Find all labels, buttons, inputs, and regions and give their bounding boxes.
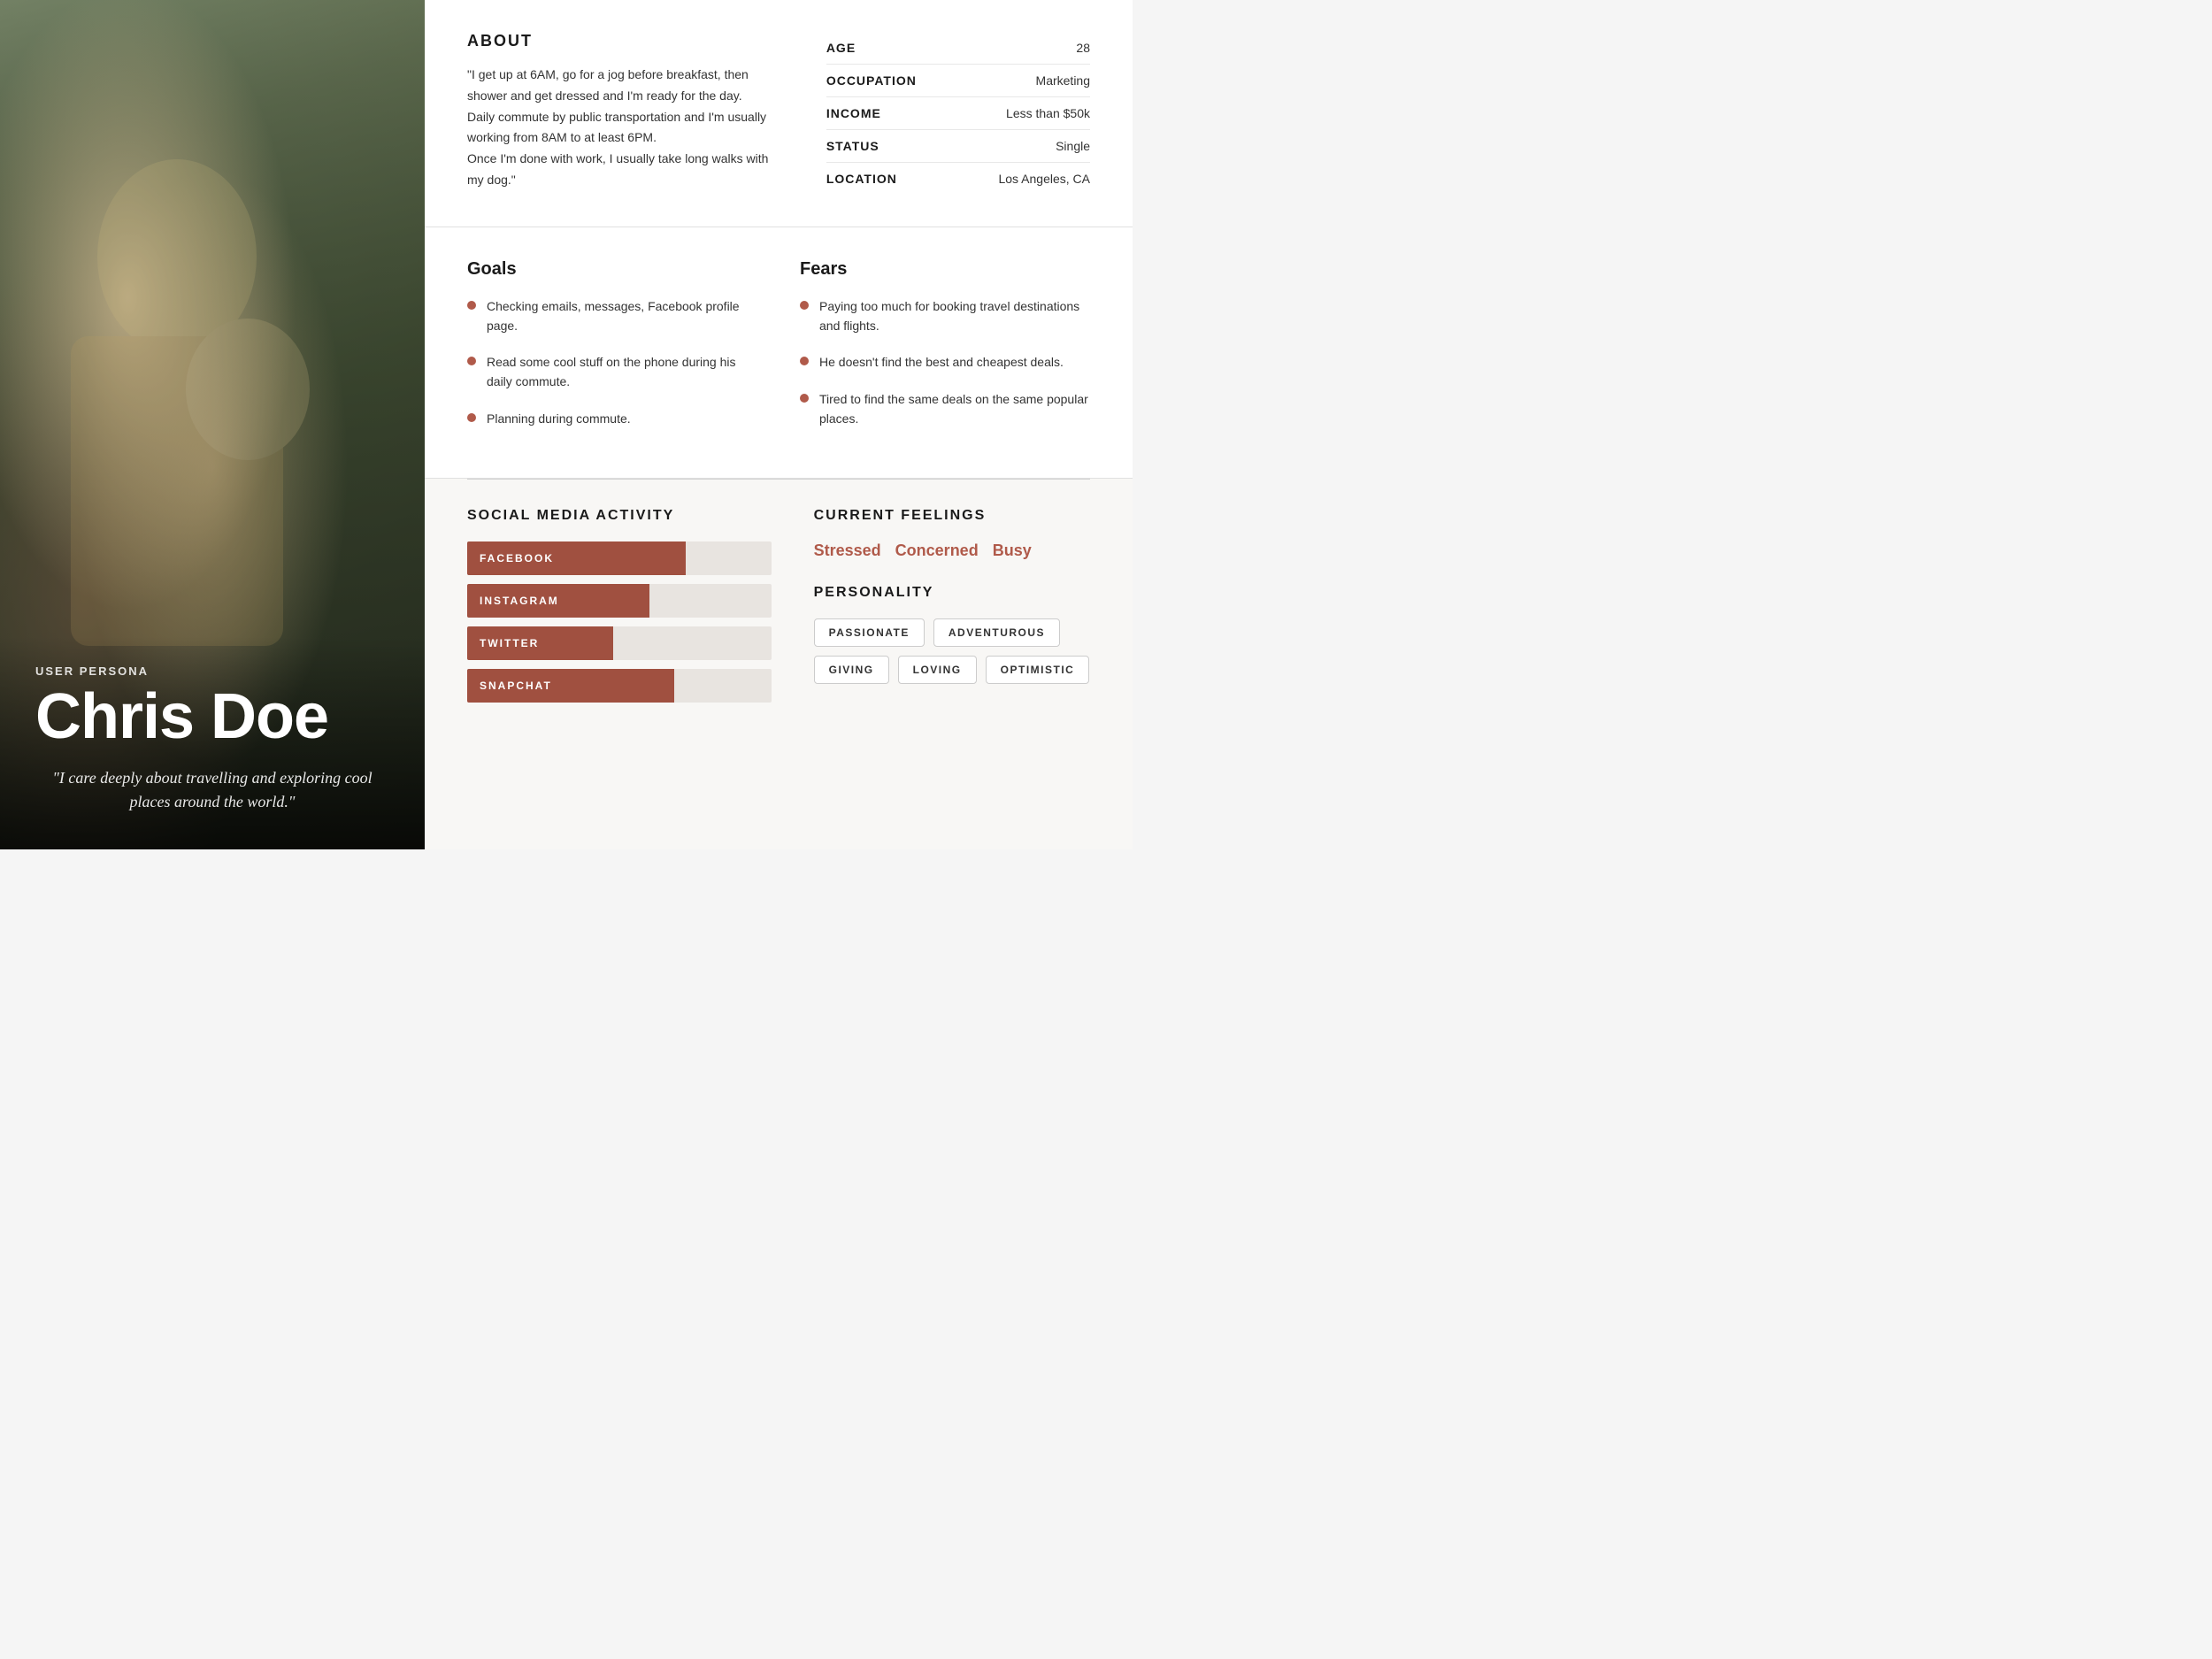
stats-row: OCCUPATION Marketing [826,65,1090,97]
about-text: "I get up at 6AM, go for a jog before br… [467,65,784,191]
feelings-title: CURRENT FEELINGS [814,508,1090,524]
left-bottom: USER PERSONA Chris Doe "I care deeply ab… [0,636,425,849]
goal-text: Read some cool stuff on the phone during… [487,353,757,391]
social-bar-track: FACEBOOK [467,541,772,575]
persona-quote: "I care deeply about travelling and expl… [35,766,389,814]
fears-list: Paying too much for booking travel desti… [800,297,1090,428]
left-panel: USER PERSONA Chris Doe "I care deeply ab… [0,0,425,849]
fear-item: Tired to find the same deals on the same… [800,390,1090,428]
social-bar-row: TWITTER [467,626,772,660]
goal-item: Read some cool stuff on the phone during… [467,353,757,391]
social-bar-fill: TWITTER [467,626,613,660]
goals-title: Goals [467,259,757,280]
bullet-dot [467,357,476,365]
social-bar-track: TWITTER [467,626,772,660]
social-bar-label: INSTAGRAM [480,595,559,607]
bullet-dot [467,413,476,422]
social-bar-row: INSTAGRAM [467,584,772,618]
persona-name: Chris Doe [35,685,389,749]
stats-label: OCCUPATION [826,65,957,97]
about-left: ABOUT "I get up at 6AM, go for a jog bef… [467,32,784,195]
goals-fears-section: Goals Checking emails, messages, Faceboo… [425,227,1133,479]
stats-value: Los Angeles, CA [957,163,1090,196]
personality-chip: ADVENTUROUS [933,618,1060,647]
feeling-tag: Stressed [814,541,881,560]
personality-chip: PASSIONATE [814,618,925,647]
feelings-tags: Stressed Concerned Busy [814,541,1090,560]
bullet-dot [467,301,476,310]
fear-text: He doesn't find the best and cheapest de… [819,353,1064,373]
fears-column: Fears Paying too much for booking travel… [800,259,1090,446]
social-bar-track: SNAPCHAT [467,669,772,703]
social-bar-label: SNAPCHAT [480,680,552,692]
fear-text: Paying too much for booking travel desti… [819,297,1090,335]
social-bar-fill: INSTAGRAM [467,584,649,618]
stats-row: LOCATION Los Angeles, CA [826,163,1090,196]
stats-value: Less than $50k [957,97,1090,130]
fear-item: He doesn't find the best and cheapest de… [800,353,1090,373]
fear-item: Paying too much for booking travel desti… [800,297,1090,335]
social-bars: FACEBOOK INSTAGRAM TWITTER SNAPCHAT [467,541,772,703]
social-bar-row: SNAPCHAT [467,669,772,703]
social-title: SOCIAL MEDIA ACTIVITY [467,508,772,524]
bullet-dot [800,394,809,403]
goals-column: Goals Checking emails, messages, Faceboo… [467,259,757,446]
personality-chip: LOVING [898,656,977,684]
goal-text: Checking emails, messages, Facebook prof… [487,297,757,335]
social-bar-label: TWITTER [480,637,539,649]
fears-title: Fears [800,259,1090,280]
social-bar-label: FACEBOOK [480,552,554,565]
stats-label: AGE [826,32,957,65]
social-bar-row: FACEBOOK [467,541,772,575]
social-media-column: SOCIAL MEDIA ACTIVITY FACEBOOK INSTAGRAM… [467,508,772,821]
stats-label: LOCATION [826,163,957,196]
stats-table: AGE 28 OCCUPATION Marketing INCOME Less … [826,32,1090,195]
stats-label: INCOME [826,97,957,130]
social-bar-track: INSTAGRAM [467,584,772,618]
about-section: ABOUT "I get up at 6AM, go for a jog bef… [425,0,1133,227]
personality-grid: PASSIONATE ADVENTUROUS GIVING LOVING OPTIMIS… [814,618,1090,684]
feelings-column: CURRENT FEELINGS Stressed Concerned Busy P… [814,508,1090,821]
stats-row: AGE 28 [826,32,1090,65]
goal-item: Planning during commute. [467,410,757,429]
bottom-section: SOCIAL MEDIA ACTIVITY FACEBOOK INSTAGRAM… [425,480,1133,849]
stats-row: STATUS Single [826,130,1090,163]
stats-value: 28 [957,32,1090,65]
fear-text: Tired to find the same deals on the same… [819,390,1090,428]
bullet-dot [800,357,809,365]
about-stats: AGE 28 OCCUPATION Marketing INCOME Less … [826,32,1090,195]
personality-title: PERSONALITY [814,585,1090,601]
stats-row: INCOME Less than $50k [826,97,1090,130]
personality-chip: OPTIMISTIC [986,656,1090,684]
goals-list: Checking emails, messages, Facebook prof… [467,297,757,428]
feeling-tag: Busy [993,541,1032,560]
about-title: ABOUT [467,32,784,50]
persona-label: USER PERSONA [35,664,389,678]
stats-label: STATUS [826,130,957,163]
personality-chip: GIVING [814,656,889,684]
social-bar-fill: FACEBOOK [467,541,686,575]
feeling-tag: Concerned [895,541,979,560]
goal-item: Checking emails, messages, Facebook prof… [467,297,757,335]
bullet-dot [800,301,809,310]
stats-value: Marketing [957,65,1090,97]
stats-value: Single [957,130,1090,163]
right-panel: ABOUT "I get up at 6AM, go for a jog bef… [425,0,1133,849]
social-bar-fill: SNAPCHAT [467,669,674,703]
goal-text: Planning during commute. [487,410,631,429]
